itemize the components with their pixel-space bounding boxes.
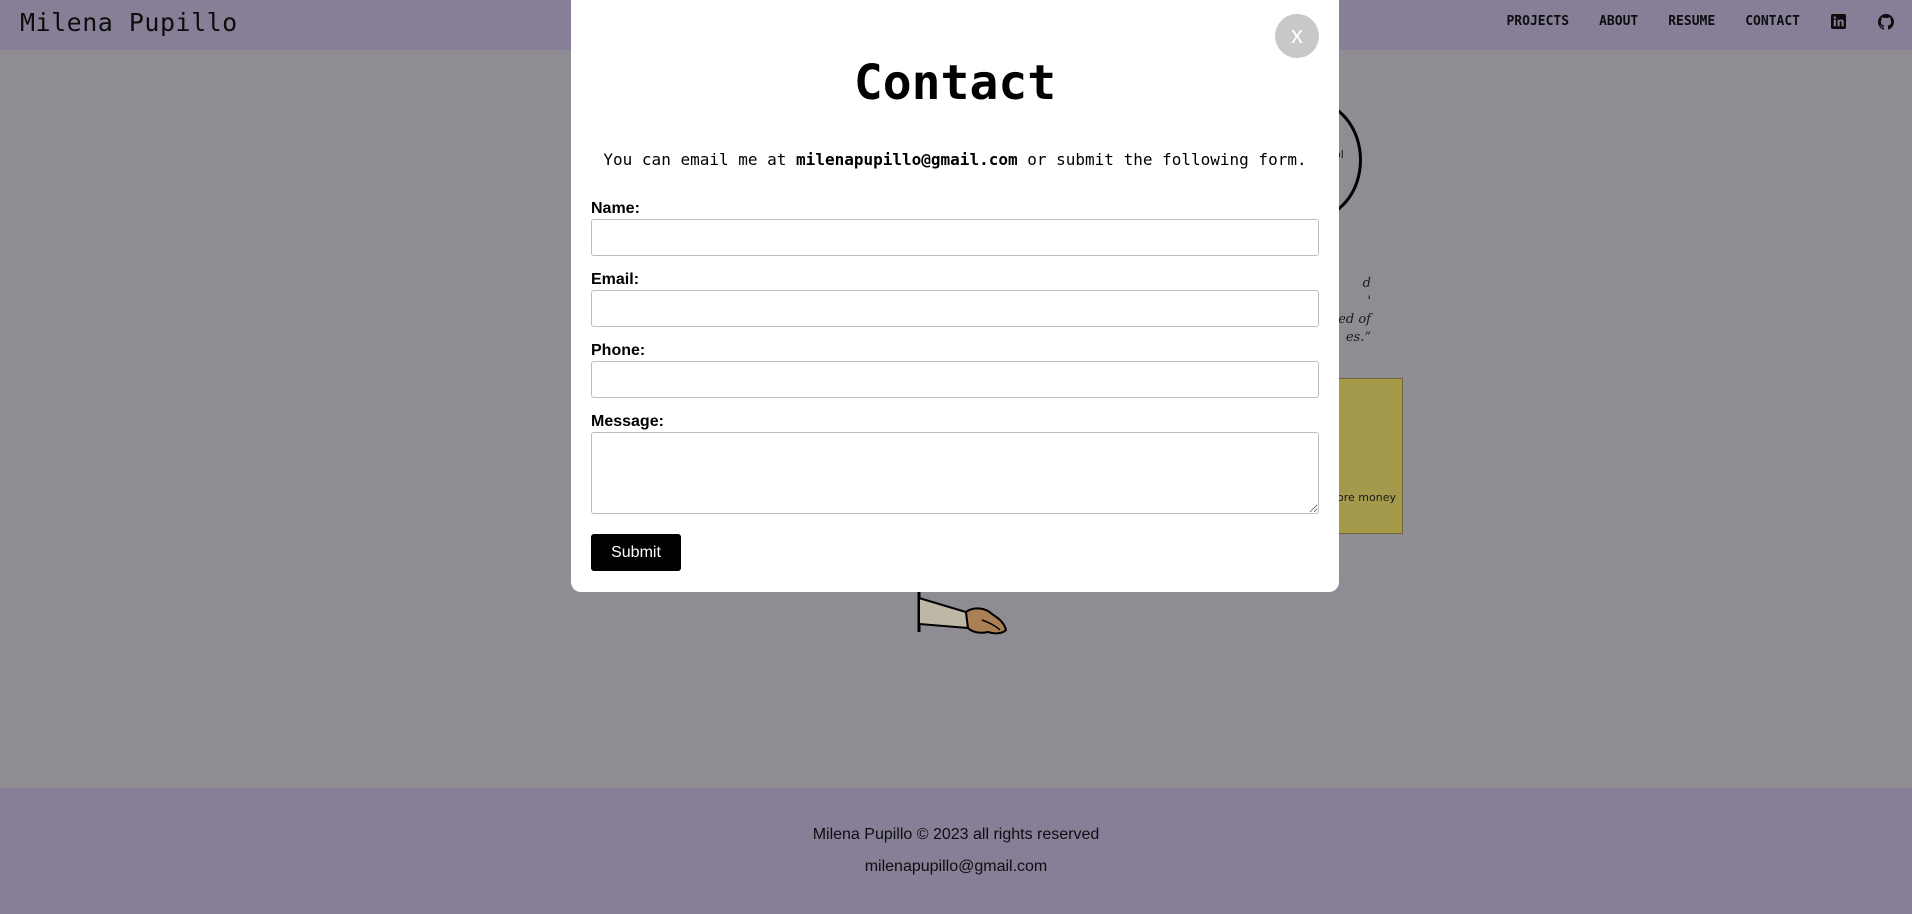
contact-modal: x Contact You can email me at milenapupi… bbox=[571, 0, 1339, 592]
close-button[interactable]: x bbox=[1275, 14, 1319, 58]
message-textarea[interactable] bbox=[591, 432, 1319, 514]
email-label: Email: bbox=[591, 271, 640, 288]
phone-label: Phone: bbox=[591, 342, 646, 359]
intro-prefix: You can email me at bbox=[603, 150, 797, 169]
submit-button[interactable]: Submit bbox=[591, 534, 681, 571]
intro-email: milenapupillo@gmail.com bbox=[796, 150, 1018, 169]
name-label: Name: bbox=[591, 200, 640, 217]
message-label: Message: bbox=[591, 413, 664, 430]
modal-intro: You can email me at milenapupillo@gmail.… bbox=[571, 150, 1339, 169]
intro-suffix: or submit the following form. bbox=[1017, 150, 1307, 169]
phone-input[interactable] bbox=[591, 361, 1319, 398]
email-input[interactable] bbox=[591, 290, 1319, 327]
name-input[interactable] bbox=[591, 219, 1319, 256]
modal-title: Contact bbox=[853, 55, 1057, 111]
